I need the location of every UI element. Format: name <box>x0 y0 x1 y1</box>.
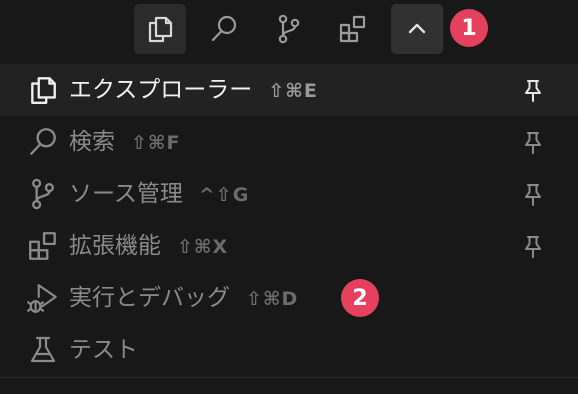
view-menu: エクスプローラー ⇧⌘E 検索 ⇧⌘F ソース管理 ^⇧G 拡張機能 ⇧⌘X 実… <box>0 64 578 376</box>
source-control-icon <box>26 177 60 211</box>
pin-icon[interactable] <box>521 234 545 260</box>
menu-item-label: テスト <box>69 337 138 363</box>
shortcut-label: ⇧⌘E <box>268 80 318 102</box>
pin-icon[interactable] <box>521 182 545 208</box>
shortcut-label: ⇧⌘X <box>177 236 229 258</box>
pin-icon[interactable] <box>521 78 545 104</box>
menu-item-run-debug[interactable]: 実行とデバッグ ⇧⌘D 2 <box>0 272 578 324</box>
menu-item-label: ソース管理 ^⇧G <box>69 181 250 207</box>
step-badge-2: 2 <box>341 279 379 317</box>
menu-item-label: エクスプローラー ⇧⌘E <box>69 77 318 103</box>
search-icon <box>26 125 60 159</box>
menu-item-testing[interactable]: テスト <box>0 324 578 376</box>
explorer-icon <box>148 16 173 43</box>
activity-toolbar: 1 <box>0 0 578 58</box>
search-button[interactable] <box>198 4 250 54</box>
shortcut-label: ⇧⌘D <box>246 288 299 310</box>
menu-item-source-control[interactable]: ソース管理 ^⇧G <box>0 168 578 220</box>
step-badge-1: 1 <box>450 9 488 47</box>
menu-item-search[interactable]: 検索 ⇧⌘F <box>0 116 578 168</box>
explorer-button[interactable] <box>134 4 186 54</box>
testing-icon <box>26 333 60 367</box>
collapse-toggle-button[interactable] <box>391 4 443 54</box>
explorer-icon <box>26 73 60 107</box>
menu-item-label: 拡張機能 ⇧⌘X <box>69 233 229 259</box>
menu-divider <box>0 377 578 378</box>
menu-item-explorer[interactable]: エクスプローラー ⇧⌘E <box>0 64 578 116</box>
extensions-icon <box>339 15 366 43</box>
extensions-button[interactable] <box>327 4 379 54</box>
run-debug-icon <box>26 281 60 315</box>
menu-item-extensions[interactable]: 拡張機能 ⇧⌘X <box>0 220 578 272</box>
chevron-up-icon <box>408 23 426 34</box>
search-icon <box>211 15 237 42</box>
shortcut-label: ⇧⌘F <box>131 132 181 154</box>
source-control-icon <box>278 14 300 44</box>
pin-icon[interactable] <box>521 130 545 156</box>
shortcut-label: ^⇧G <box>198 184 250 206</box>
source-control-button[interactable] <box>263 4 315 54</box>
menu-item-label: 実行とデバッグ ⇧⌘D <box>69 285 299 311</box>
extensions-icon <box>26 229 60 263</box>
menu-item-label: 検索 ⇧⌘F <box>69 129 181 155</box>
